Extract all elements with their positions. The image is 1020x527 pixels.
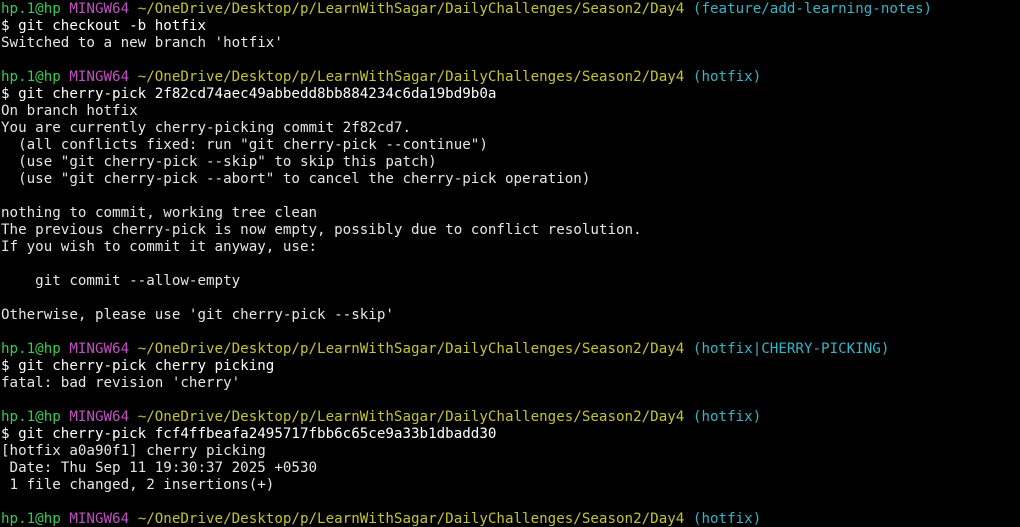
- prompt-line: hp.1@hp MINGW64 ~/OneDrive/Desktop/p/Lea…: [1, 409, 1020, 426]
- command-line: $ git checkout -b hotfix: [1, 18, 206, 34]
- terminal-window[interactable]: hp.1@hp MINGW64 ~/OneDrive/Desktop/p/Lea…: [0, 0, 1020, 527]
- prompt-host: MINGW64: [69, 69, 130, 85]
- prompt-path: ~/OneDrive/Desktop/p/LearnWithSagar/Dail…: [137, 1, 685, 17]
- prompt-path: ~/OneDrive/Desktop/p/LearnWithSagar/Dail…: [137, 409, 685, 425]
- output-line: 1 file changed, 2 insertions(+): [1, 477, 275, 493]
- command-line: $ git cherry-pick fcf4ffbeafa2495717fbb6…: [1, 426, 497, 442]
- prompt-branch: (hotfix): [692, 69, 762, 85]
- command-line: $ git cherry-pick 2f82cd74aec49abbedd8bb…: [1, 86, 497, 102]
- prompt-host: MINGW64: [69, 511, 130, 527]
- prompt-user: hp.1@hp: [1, 409, 61, 425]
- output-line: fatal: bad revision 'cherry': [1, 375, 241, 391]
- prompt-path: ~/OneDrive/Desktop/p/LearnWithSagar/Dail…: [137, 69, 685, 85]
- prompt-user: hp.1@hp: [1, 511, 61, 527]
- prompt-branch: (hotfix): [692, 409, 762, 425]
- prompt-line: hp.1@hp MINGW64 ~/OneDrive/Desktop/p/Lea…: [1, 69, 1020, 86]
- prompt-host: MINGW64: [69, 409, 130, 425]
- prompt-user: hp.1@hp: [1, 341, 61, 357]
- output-line: [hotfix a0a90f1] cherry picking: [1, 443, 266, 459]
- prompt-host: MINGW64: [69, 341, 130, 357]
- output-line: If you wish to commit it anyway, use:: [1, 239, 318, 255]
- prompt-line: hp.1@hp MINGW64 ~/OneDrive/Desktop/p/Lea…: [1, 1, 1020, 18]
- prompt-branch: (hotfix|CHERRY-PICKING): [692, 341, 890, 357]
- output-line: (all conflicts fixed: run "git cherry-pi…: [1, 137, 488, 153]
- output-line: Otherwise, please use 'git cherry-pick -…: [1, 307, 394, 323]
- prompt-branch: (hotfix): [692, 511, 762, 527]
- prompt-branch: (feature/add-learning-notes): [692, 1, 933, 17]
- output-line: (use "git cherry-pick --skip" to skip th…: [1, 154, 437, 170]
- output-line: (use "git cherry-pick --abort" to cancel…: [1, 171, 591, 187]
- output-line: Switched to a new branch 'hotfix': [1, 35, 283, 51]
- prompt-user: hp.1@hp: [1, 69, 61, 85]
- output-line: The previous cherry-pick is now empty, p…: [1, 222, 642, 238]
- output-line: On branch hotfix: [1, 103, 138, 119]
- output-line: nothing to commit, working tree clean: [1, 205, 318, 221]
- command-line: $ git cherry-pick cherry picking: [1, 358, 275, 374]
- prompt-path: ~/OneDrive/Desktop/p/LearnWithSagar/Dail…: [137, 511, 685, 527]
- output-line: Date: Thu Sep 11 19:30:37 2025 +0530: [1, 460, 318, 476]
- prompt-line: hp.1@hp MINGW64 ~/OneDrive/Desktop/p/Lea…: [1, 341, 1020, 358]
- prompt-path: ~/OneDrive/Desktop/p/LearnWithSagar/Dail…: [137, 341, 685, 357]
- prompt-user: hp.1@hp: [1, 1, 61, 17]
- output-line: git commit --allow-empty: [1, 273, 241, 289]
- prompt-line: hp.1@hp MINGW64 ~/OneDrive/Desktop/p/Lea…: [1, 511, 1020, 527]
- output-line: You are currently cherry-picking commit …: [1, 120, 411, 136]
- prompt-host: MINGW64: [69, 1, 130, 17]
